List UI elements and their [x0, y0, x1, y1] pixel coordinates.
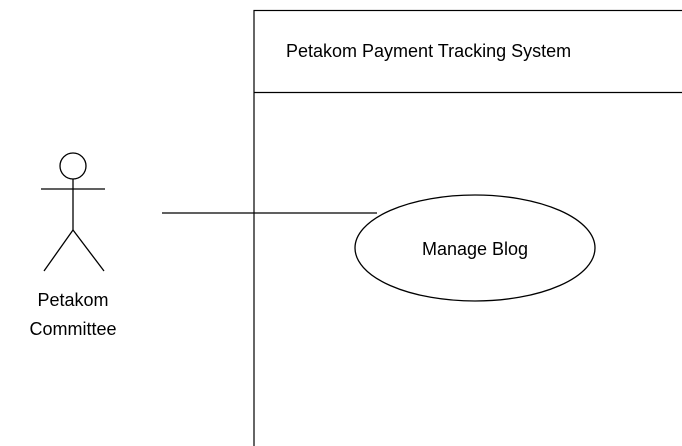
actor-petakom-committee: Petakom Committee: [29, 152, 117, 339]
actor-left-leg: [43, 229, 74, 272]
actor-name-line-2: Committee: [29, 319, 116, 339]
use-case-manage-blog: Manage Blog: [354, 194, 596, 302]
actor-right-leg: [72, 229, 105, 272]
stick-figure-icon: [41, 152, 105, 272]
use-case-label: Manage Blog: [422, 239, 528, 259]
system-boundary-title: Petakom Payment Tracking System: [286, 41, 571, 61]
use-case-diagram: Petakom Payment Tracking System Petakom …: [29, 9, 682, 446]
actor-head: [59, 152, 87, 180]
actor-name-line-1: Petakom: [37, 290, 108, 310]
